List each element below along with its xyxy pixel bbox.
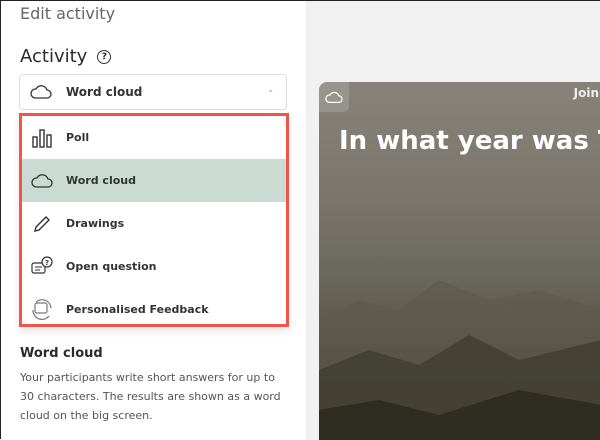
activity-select[interactable]: Word cloud ⌄ [19,74,287,110]
cloud-icon [30,169,54,193]
menu-item-label: Poll [66,131,90,144]
menu-item-poll[interactable]: Poll [22,116,286,159]
mountain-background [319,280,600,440]
cloud-icon [30,85,52,99]
edit-panel: Edit activity Activity ? Word cloud ⌄ Po… [1,1,306,440]
panel-title: Edit activity [20,4,116,23]
description-text: Your participants write short answers fo… [20,371,281,422]
menu-item-label: Word cloud [66,174,136,187]
slide-preview: Join In what year was T [319,82,600,440]
menu-item-personalised-feedback[interactable]: Personalised Feedback [22,288,286,324]
select-value: Word cloud [66,85,143,99]
activity-label: Activity [20,46,88,67]
description-title: Word cloud [20,346,103,361]
menu-item-drawings[interactable]: Drawings [22,202,286,245]
menu-item-label: Open question [66,260,157,273]
question-text[interactable]: In what year was T [339,126,600,156]
bar-chart-icon [30,126,54,150]
menu-item-label: Drawings [66,217,125,230]
chat-question-icon: ? [30,255,54,279]
activity-menu: Poll Word cloud Drawings ? Open question… [19,113,289,327]
menu-item-word-cloud[interactable]: Word cloud [22,159,286,202]
menu-item-label: Personalised Feedback [66,303,209,316]
feedback-icon [30,298,54,322]
menu-item-open-question[interactable]: ? Open question [22,245,286,288]
pencil-icon [30,212,54,236]
help-icon[interactable]: ? [97,49,112,64]
join-text: Join [573,86,599,100]
chevron-down-icon: ⌄ [267,85,274,94]
activity-heading: Activity ? [20,46,112,67]
svg-text:?: ? [45,259,49,267]
activity-type-button[interactable] [319,82,349,112]
cloud-icon [325,91,343,103]
